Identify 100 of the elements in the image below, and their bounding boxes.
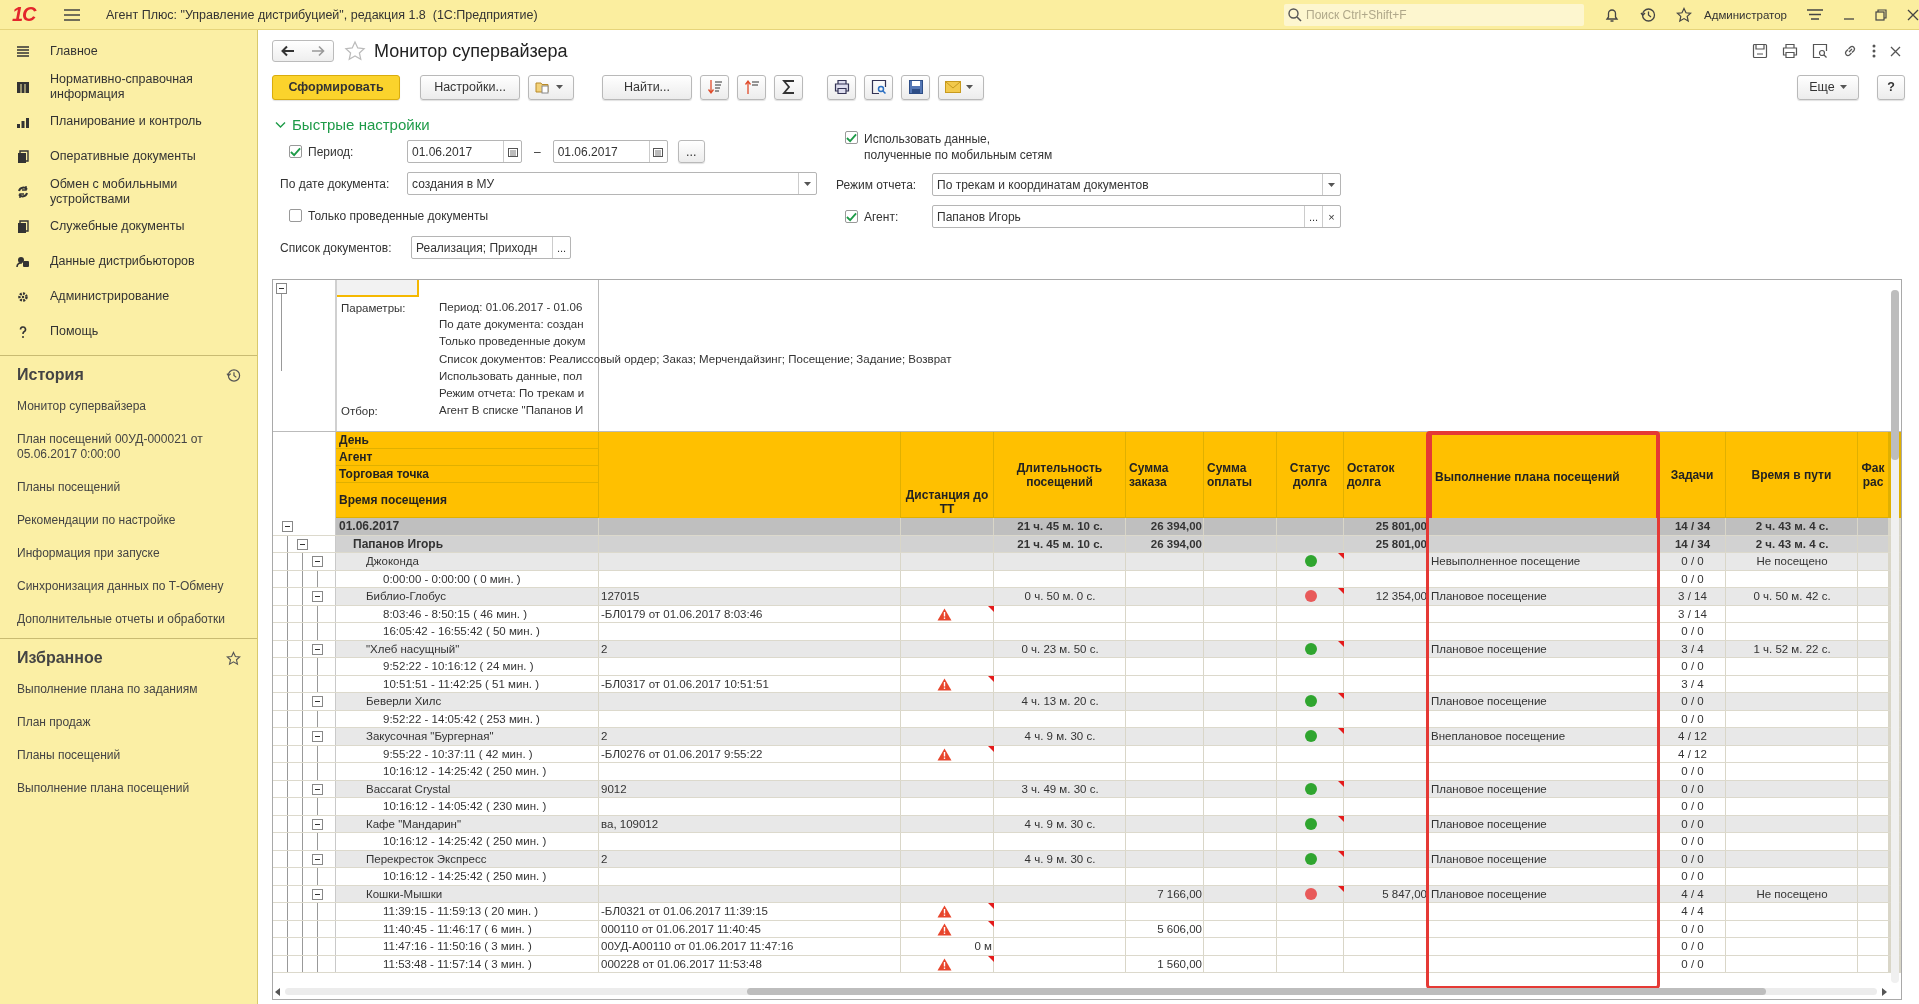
history-icon[interactable] (1640, 6, 1656, 23)
caret-icon (804, 181, 811, 186)
collapse-icon[interactable] (312, 556, 323, 567)
row-label: 10:16:12 - 14:25:42 ( 250 мин. ) (383, 765, 547, 778)
collapse-icon[interactable] (312, 783, 323, 795)
link-icon[interactable] (1842, 43, 1858, 59)
quick-settings-toggle[interactable]: Быстрые настройки (272, 116, 1905, 133)
print-icon[interactable] (1782, 43, 1798, 59)
variants-button[interactable] (528, 74, 574, 100)
close-icon[interactable] (1907, 8, 1919, 21)
bell-icon[interactable] (1604, 6, 1620, 23)
sort-ascending-icon (743, 79, 760, 95)
send-button[interactable] (938, 74, 984, 100)
collapse-icon[interactable] (312, 731, 323, 742)
favorite-link[interactable]: Выполнение плана по заданиям (17, 673, 242, 706)
parameter-label: Параметры: (341, 301, 407, 316)
save-icon[interactable] (1752, 43, 1768, 59)
nav-item[interactable]: Служебные документы (0, 209, 257, 244)
table-cell: 0 / 0 (1681, 695, 1704, 708)
generate-button[interactable]: Сформировать (272, 74, 400, 100)
search-field[interactable]: Поиск Ctrl+Shift+F (1284, 3, 1584, 26)
menu-icon[interactable] (64, 8, 80, 21)
scroll-right-icon[interactable] (1881, 987, 1887, 996)
history-nav[interactable] (272, 40, 334, 62)
checkmark-icon (846, 132, 857, 143)
period-select-button[interactable]: ... (677, 140, 705, 163)
sort-ascending-button[interactable] (737, 74, 766, 100)
table-cell: 7 166,00 (1157, 887, 1202, 900)
table-cell: 4 ч. 9 м. 30 с. (1024, 730, 1096, 743)
scroll-left-icon[interactable] (275, 987, 281, 996)
table-cell: 0 / 0 (1681, 835, 1704, 848)
document-list-field[interactable]: Реализация; Приходн ... (411, 236, 571, 259)
nav-item[interactable]: Помощь (0, 314, 257, 349)
history-link[interactable]: Рекомендации по настройке (17, 504, 242, 537)
comment-marker (1338, 850, 1344, 857)
favorite-link[interactable]: Планы посещений (17, 739, 242, 772)
history-icon[interactable] (226, 367, 241, 383)
collapse-icon[interactable] (312, 696, 323, 707)
horizontal-scrollbar[interactable] (285, 988, 1877, 995)
vertical-scrollbar[interactable] (1891, 290, 1899, 983)
collapse-icon[interactable] (297, 538, 308, 550)
row-label: Джоконда (366, 555, 419, 568)
nav-item[interactable]: Главное (0, 34, 257, 69)
collapse-icon[interactable] (312, 591, 323, 602)
date-field[interactable]: 01.06.2017 (552, 140, 668, 163)
collapse-icon[interactable] (312, 818, 323, 830)
nav-item[interactable]: Планирование и контроль (0, 104, 257, 139)
preview-icon[interactable] (1812, 43, 1828, 59)
table-cell: 3 / 14 (1678, 607, 1707, 620)
restore-icon[interactable] (1875, 8, 1887, 21)
period-checkbox[interactable]: Период: (280, 144, 407, 159)
report-mode-select[interactable]: По трекам и координатам документов (932, 173, 1341, 196)
collapse-icon[interactable] (312, 643, 323, 655)
close-icon[interactable] (1890, 45, 1901, 57)
menu-icon[interactable] (1807, 7, 1823, 22)
history-link[interactable]: Дополнительные отчеты и обработки (17, 603, 242, 636)
nav-item[interactable]: Оперативные документы (0, 139, 257, 174)
favorite-star-icon[interactable] (344, 40, 366, 62)
history-link[interactable]: Информация при запуске (17, 537, 242, 570)
agent-checkbox[interactable]: Агент: (836, 209, 932, 224)
history-link[interactable]: Планы посещений (17, 471, 242, 504)
star-icon[interactable] (226, 650, 241, 666)
date-field[interactable]: 01.06.2017 (407, 140, 522, 163)
print-button[interactable] (827, 74, 856, 100)
settings-icon (16, 289, 30, 304)
collapse-icon[interactable] (312, 888, 323, 900)
nav-item[interactable]: Данные дистрибьюторов (0, 244, 257, 279)
sum-button[interactable] (774, 74, 803, 100)
envelope-icon (945, 81, 961, 93)
nav-item[interactable]: Нормативно-справочная информация (0, 69, 257, 104)
preview-button[interactable] (864, 74, 893, 100)
more-icon[interactable] (1872, 44, 1876, 58)
more-button[interactable]: Еще (1797, 74, 1859, 100)
settings-button[interactable]: Настройки... (420, 74, 520, 100)
nav-item[interactable]: Администрирование (0, 279, 257, 314)
history-link[interactable]: Монитор супервайзера (17, 390, 242, 423)
collapse-icon[interactable] (276, 283, 287, 294)
sort-descending-button[interactable] (700, 74, 729, 100)
nav-item[interactable]: Обмен с мобильными устройствами (0, 174, 257, 209)
user-name[interactable]: Администратор (1704, 8, 1787, 21)
help-button[interactable]: ? (1877, 74, 1905, 100)
row-label: Папанов Игорь (353, 536, 443, 551)
find-button[interactable]: Найти... (602, 74, 692, 100)
star-icon[interactable] (1676, 6, 1692, 23)
chevron-icon (275, 120, 286, 129)
only-posted-checkbox[interactable]: Только проведенные документы (280, 208, 489, 223)
favorite-link[interactable]: Выполнение плана посещений (17, 772, 242, 805)
app-logo[interactable]: 1С (12, 3, 54, 26)
by-date-select[interactable]: создания в МУ (407, 172, 817, 195)
favorite-link[interactable]: План продаж (17, 706, 242, 739)
table-cell: 21 ч. 45 м. 10 с. (1017, 520, 1103, 533)
history-link[interactable]: План посещений 00УД-000021 от 05.06.2017 0:00:00 (17, 423, 242, 471)
agent-field[interactable]: Папанов Игорь ... × (932, 205, 1341, 228)
row-label: Библио-Глобус (366, 590, 446, 603)
collapse-icon[interactable] (312, 853, 323, 865)
history-link[interactable]: Синхронизация данных по Т-Обмену (17, 570, 242, 603)
collapse-icon[interactable] (282, 521, 293, 532)
use-mobile-data-checkbox[interactable]: Использовать данные, полученные по мобильным сетям (836, 131, 1053, 163)
save-button[interactable] (901, 74, 930, 100)
range-dash: – (534, 144, 541, 159)
